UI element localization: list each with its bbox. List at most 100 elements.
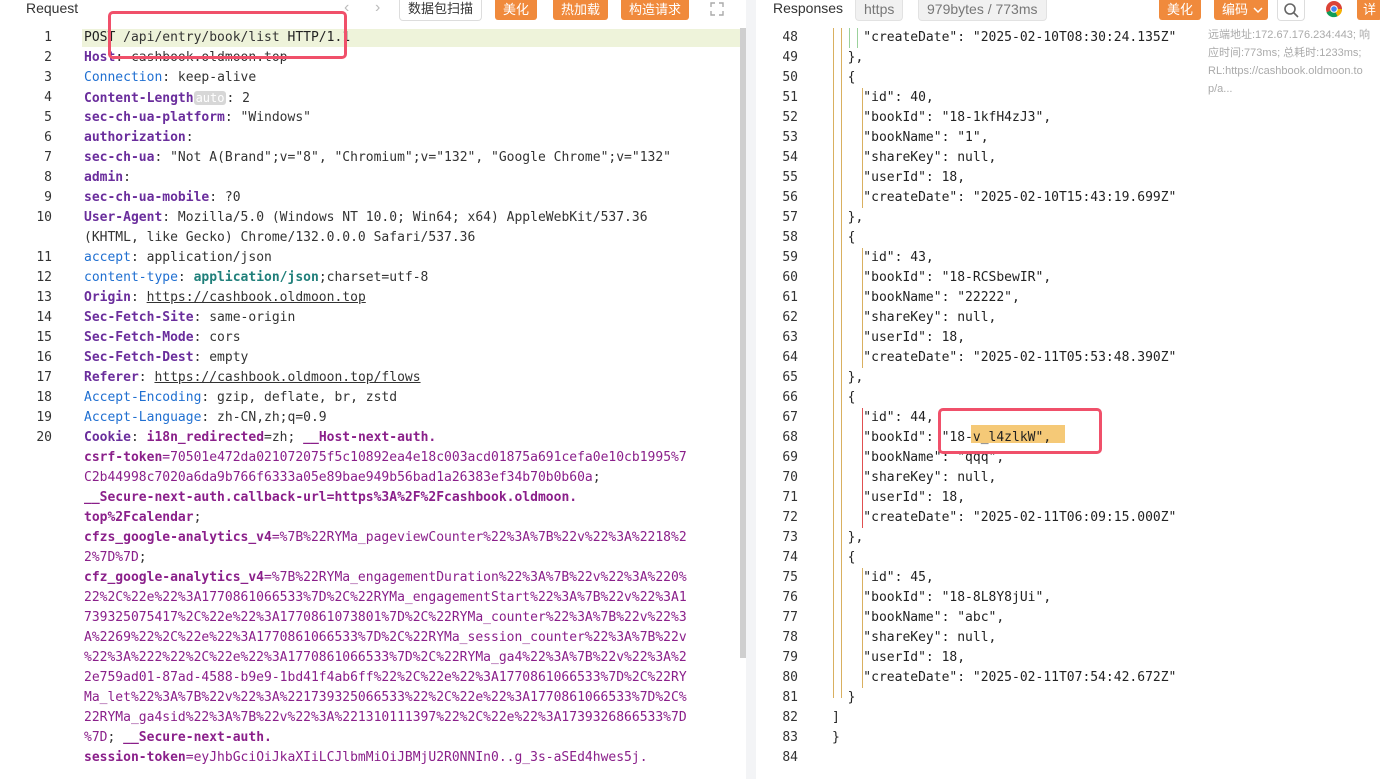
response-line-number: 75 bbox=[782, 570, 798, 585]
response-line: "bookName": "22222", bbox=[832, 290, 1020, 305]
search-icon bbox=[1284, 3, 1299, 18]
response-line-number: 70 bbox=[782, 470, 798, 485]
line-number: 10 bbox=[36, 210, 52, 225]
response-info-tooltip: 远端地址:172.67.176.234:443; 响 应时间:773ms; 总耗… bbox=[1208, 26, 1380, 98]
request-line: cfzs_google-analytics_v4=%7B%22RYMa_page… bbox=[84, 528, 687, 548]
request-token: : keep-alive bbox=[162, 70, 257, 85]
request-token: 2%7D%7D bbox=[84, 550, 139, 565]
request-token: : same-origin bbox=[193, 310, 296, 325]
request-token: auto bbox=[193, 91, 227, 105]
size-time-badge: 979bytes / 773ms bbox=[918, 0, 1047, 21]
request-token: : "Not A(Brand";v="8", "Chromium";v="132… bbox=[154, 150, 672, 165]
response-viewer[interactable]: 48 "createDate": "2025-02-10T08:30:24.13… bbox=[756, 28, 1380, 779]
request-editor[interactable]: 1 POST /api/entry/book/list HTTP/1.1 2 Host… bbox=[10, 28, 754, 779]
response-line-number: 50 bbox=[782, 70, 798, 85]
request-token: Sec-Fetch-Site bbox=[84, 310, 194, 325]
request-token: : bbox=[138, 370, 155, 385]
next-arrow-icon[interactable]: › bbox=[375, 0, 380, 16]
request-token: =%7B%22RYMa_pageviewCounter%22%3A%7B%22v… bbox=[271, 530, 687, 545]
request-token: accept bbox=[84, 250, 131, 265]
protocol-badge: https bbox=[855, 0, 904, 21]
response-line: "id": 44, bbox=[832, 410, 934, 425]
response-line: "createDate": "2025-02-11T05:53:48.390Z" bbox=[832, 350, 1177, 365]
request-line: Connection: keep-alive bbox=[84, 68, 256, 88]
line-number: 3 bbox=[44, 70, 52, 85]
request-token: : gzip, deflate, br, zstd bbox=[201, 390, 398, 405]
request-line: Ma_let%22%3A%7B%22v%22%3A%22173932506653… bbox=[84, 688, 687, 708]
request-token: Sec-Fetch-Dest bbox=[84, 350, 194, 365]
request-token: Cookie bbox=[84, 430, 131, 445]
response-line: "bookId": "18-RCSbewIR", bbox=[832, 270, 1052, 285]
encoding-label: 编码 bbox=[1222, 2, 1249, 17]
request-token: : zh-CN,zh;q=0.9 bbox=[201, 410, 327, 425]
request-line: 22%2C%22e%22%3A1770861066533%7D%2C%22RYM… bbox=[84, 588, 687, 608]
request-token: =zh; bbox=[264, 430, 304, 445]
response-line-number: 66 bbox=[782, 390, 798, 405]
request-token: __Secure-next-auth. bbox=[123, 730, 272, 745]
request-token: application/json bbox=[193, 270, 319, 285]
response-line: "createDate": "2025-02-10T08:30:24.135Z" bbox=[832, 30, 1177, 45]
request-token: %7D bbox=[84, 730, 108, 745]
request-line: Content-Length auto: 2 bbox=[84, 88, 250, 108]
line-number bbox=[10, 728, 52, 748]
request-line: User-Agent: Mozilla/5.0 (Windows NT 10.0… bbox=[84, 208, 648, 228]
response-line-number: 48 bbox=[782, 30, 798, 45]
scan-button[interactable]: 数据包扫描 bbox=[399, 0, 483, 21]
line-number: 5 bbox=[44, 110, 52, 125]
encoding-dropdown[interactable]: 编码 bbox=[1214, 0, 1269, 20]
response-line-number: 57 bbox=[782, 210, 798, 225]
line-number: 19 bbox=[36, 410, 52, 425]
request-token: https://cashbook.oldmoon.top bbox=[146, 290, 366, 305]
line-number bbox=[10, 468, 52, 488]
line-number: 20 bbox=[36, 430, 52, 445]
response-line: "id": 43, bbox=[832, 250, 934, 265]
request-line: authorization: bbox=[84, 128, 201, 148]
response-line-number: 76 bbox=[782, 590, 798, 605]
response-line: { bbox=[832, 230, 856, 245]
detail-button[interactable]: 详 bbox=[1357, 0, 1380, 20]
request-line: admin: bbox=[84, 168, 139, 188]
request-line: Cookie: i18n_redirected=zh; __Host-next-… bbox=[84, 428, 436, 448]
chrome-icon[interactable] bbox=[1325, 0, 1343, 18]
response-line: { bbox=[832, 390, 856, 405]
request-token: : application/json bbox=[130, 250, 272, 265]
response-line-number: 61 bbox=[782, 290, 798, 305]
hot-load-button[interactable]: 热加载 bbox=[553, 0, 609, 20]
line-number: 9 bbox=[44, 190, 52, 205]
line-number bbox=[10, 748, 52, 768]
line-number bbox=[10, 588, 52, 608]
response-line: }, bbox=[832, 530, 864, 545]
response-line-number: 84 bbox=[782, 750, 798, 765]
request-token: User-Agent bbox=[84, 210, 163, 225]
line-number: 4 bbox=[44, 90, 52, 105]
expand-icon[interactable] bbox=[710, 2, 724, 19]
request-token: Accept-Language bbox=[84, 410, 202, 425]
request-token: Ma_let%22%3A%7B%22v%22%3A%22173932506653… bbox=[84, 690, 687, 705]
tooltip-line: RL:https://cashbook.oldmoon.to bbox=[1208, 65, 1363, 77]
response-line-number: 64 bbox=[782, 350, 798, 365]
request-token: __Host-next-auth. bbox=[303, 430, 437, 445]
request-token: cfzs_google-analytics_v4 bbox=[84, 530, 272, 545]
response-line-number: 56 bbox=[782, 190, 798, 205]
request-line: 22RYMa_ga4sid%22%3A%7B%22v%22%3A%2213101… bbox=[84, 708, 687, 728]
response-line-number: 80 bbox=[782, 670, 798, 685]
search-button[interactable] bbox=[1277, 0, 1305, 21]
request-line: session-token=eyJhbGciOiJkaXIiLCJlbmMiOi… bbox=[84, 748, 648, 768]
response-line: { bbox=[832, 70, 856, 85]
response-line: } bbox=[832, 730, 840, 745]
request-token: %22%3A%222%22%2C%22e%22%3A1770861066533%… bbox=[84, 650, 687, 665]
request-title: Request bbox=[26, 0, 79, 16]
request-line-annotation bbox=[108, 11, 347, 59]
beautify-button[interactable]: 美化 bbox=[495, 0, 538, 20]
response-beautify-button[interactable]: 美化 bbox=[1159, 0, 1202, 20]
request-token: Content-Length bbox=[84, 91, 194, 106]
panel-divider[interactable] bbox=[746, 0, 756, 779]
response-line: }, bbox=[832, 370, 864, 385]
construct-request-button[interactable]: 构造请求 bbox=[621, 0, 690, 20]
line-number bbox=[10, 708, 52, 728]
response-line-number: 58 bbox=[782, 230, 798, 245]
line-number: 1 bbox=[44, 30, 52, 45]
request-token: : bbox=[130, 430, 147, 445]
request-line: cfz_google-analytics_v4=%7B%22RYMa_engag… bbox=[84, 568, 687, 588]
line-number: 2 bbox=[44, 50, 52, 65]
